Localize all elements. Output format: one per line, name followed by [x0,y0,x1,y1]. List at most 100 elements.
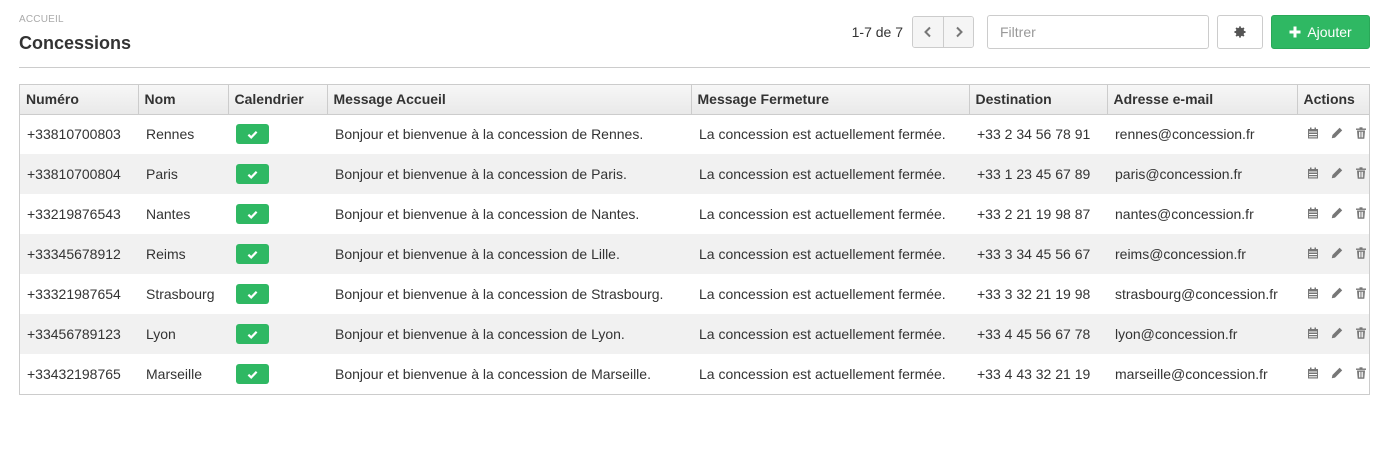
check-icon [247,370,258,379]
chevron-left-icon [924,26,931,38]
cell-message-fermeture: La concession est actuellement fermée. [699,206,946,222]
cell-message-accueil: Bonjour et bienvenue à la concession de … [327,154,691,194]
edit-button[interactable] [1331,126,1343,142]
previous-page-button[interactable] [913,17,943,47]
column-header-message-accueil[interactable]: Message Accueil [327,85,692,115]
edit-button[interactable] [1331,366,1343,382]
cell-numero: +33321987654 [27,286,121,302]
delete-button[interactable] [1355,366,1367,382]
add-button[interactable]: Ajouter [1271,15,1370,49]
delete-button[interactable] [1355,286,1367,302]
pencil-icon [1331,207,1343,219]
trash-icon [1356,367,1366,379]
table-row[interactable]: +33345678912 Reims Bonjour et bienvenue à … [20,234,1369,274]
table-row[interactable]: +33321987654 Strasbourg Bonjour et bienven… [20,274,1369,314]
cell-calendrier [228,314,327,354]
cell-calendrier [228,274,327,314]
check-icon [247,210,258,219]
cell-numero: +33219876543 [27,206,121,222]
pencil-icon [1331,167,1343,179]
table-header-row: Numéro Nom Calendrier Message Accueil Me… [20,85,1369,115]
cell-actions [1297,234,1369,274]
cell-message-accueil: Bonjour et bienvenue à la concession de … [335,286,664,302]
plus-icon [1289,26,1301,38]
table-row[interactable]: +33219876543 Nantes Bonjour et bienvenue à… [20,194,1369,234]
column-header-calendrier[interactable]: Calendrier [228,85,328,115]
cell-destination: +33 1 23 45 67 89 [969,154,1107,194]
trash-icon [1356,287,1366,299]
pencil-icon [1331,287,1343,299]
cell-numero: +33456789123 [20,314,138,354]
calendar-icon [1308,287,1318,299]
table-row[interactable]: +33810700804 Paris Bonjour et bienvenue à … [20,154,1369,194]
cell-actions [1297,114,1369,154]
filter-input[interactable] [987,15,1209,49]
next-page-button[interactable] [943,17,973,47]
cell-message-fermeture: La concession est actuellement fermée. [691,154,969,194]
edit-button[interactable] [1331,326,1343,342]
cell-message-fermeture: La concession est actuellement fermée. [691,234,969,274]
edit-button[interactable] [1331,286,1343,302]
column-header-message-fermeture[interactable]: Message Fermeture [691,85,970,115]
cell-email: reims@concession.fr [1107,234,1297,274]
schedule-button[interactable] [1307,206,1319,222]
calendar-icon [1308,127,1318,139]
cell-nom: Rennes [146,126,195,143]
trash-icon [1356,167,1366,179]
calendar-icon [1308,247,1318,259]
check-icon [247,330,258,339]
cell-nom: Marseille [146,366,203,382]
table-row[interactable]: +33432198765 Marseille Bonjour et bienvenu… [20,354,1369,394]
cell-email: paris@concession.fr [1107,154,1297,194]
schedule-button[interactable] [1307,326,1319,342]
schedule-button[interactable] [1307,366,1319,382]
schedule-button[interactable] [1307,246,1319,262]
cell-message-fermeture: La concession est actuellement fermée. [699,366,946,382]
delete-button[interactable] [1355,206,1367,222]
edit-button[interactable] [1331,206,1343,222]
concessions-table: Numéro Nom Calendrier Message Accueil Me… [19,84,1370,395]
pagination-count: 1-7 de 7 [851,24,903,40]
breadcrumb[interactable]: ACCUEIL [19,14,64,25]
column-header-nom[interactable]: Nom [138,85,229,115]
cell-nom: Strasbourg [146,286,215,302]
cell-numero: +33810700804 [20,154,138,194]
table-row[interactable]: +33810700803 Rennes Bonjour et bienvenue à… [20,114,1369,154]
cell-destination: +33 2 34 56 78 91 [977,126,1091,143]
delete-button[interactable] [1355,126,1367,142]
schedule-button[interactable] [1307,166,1319,182]
cell-calendrier [228,154,327,194]
chevron-right-icon [955,26,963,38]
calendar-enabled-badge [236,124,269,145]
cell-message-accueil: Bonjour et bienvenue à la concession de … [327,314,691,354]
toolbar: 1-7 de 7 Ajouter [852,15,1370,49]
column-header-destination[interactable]: Destination [969,85,1108,115]
table-row[interactable]: +33456789123 Lyon Bonjour et bienvenue à l… [20,314,1369,354]
schedule-button[interactable] [1307,286,1319,302]
pencil-icon [1331,367,1343,379]
column-header-numero[interactable]: Numéro [20,85,139,115]
cell-nom: Reims [138,234,228,274]
trash-icon [1356,327,1366,339]
cell-email: marseille@concession.fr [1115,366,1268,382]
cell-actions [1297,354,1369,394]
cell-actions [1297,194,1369,234]
cell-nom: Lyon [138,314,228,354]
settings-button[interactable] [1217,15,1263,49]
page-title: Concessions [19,33,132,53]
schedule-button[interactable] [1307,126,1319,142]
delete-button[interactable] [1355,246,1367,262]
pencil-icon [1331,327,1343,339]
edit-button[interactable] [1331,246,1343,262]
cell-actions [1297,154,1369,194]
cell-actions [1297,274,1369,314]
cell-destination: +33 3 32 21 19 98 [977,286,1091,302]
cell-email: lyon@concession.fr [1107,314,1297,354]
cell-nom: Nantes [146,206,191,222]
delete-button[interactable] [1355,166,1367,182]
delete-button[interactable] [1355,326,1367,342]
edit-button[interactable] [1331,166,1343,182]
column-header-email[interactable]: Adresse e-mail [1107,85,1298,115]
cell-nom: Paris [138,154,228,194]
cell-message-accueil: Bonjour et bienvenue à la concession de … [335,206,640,222]
